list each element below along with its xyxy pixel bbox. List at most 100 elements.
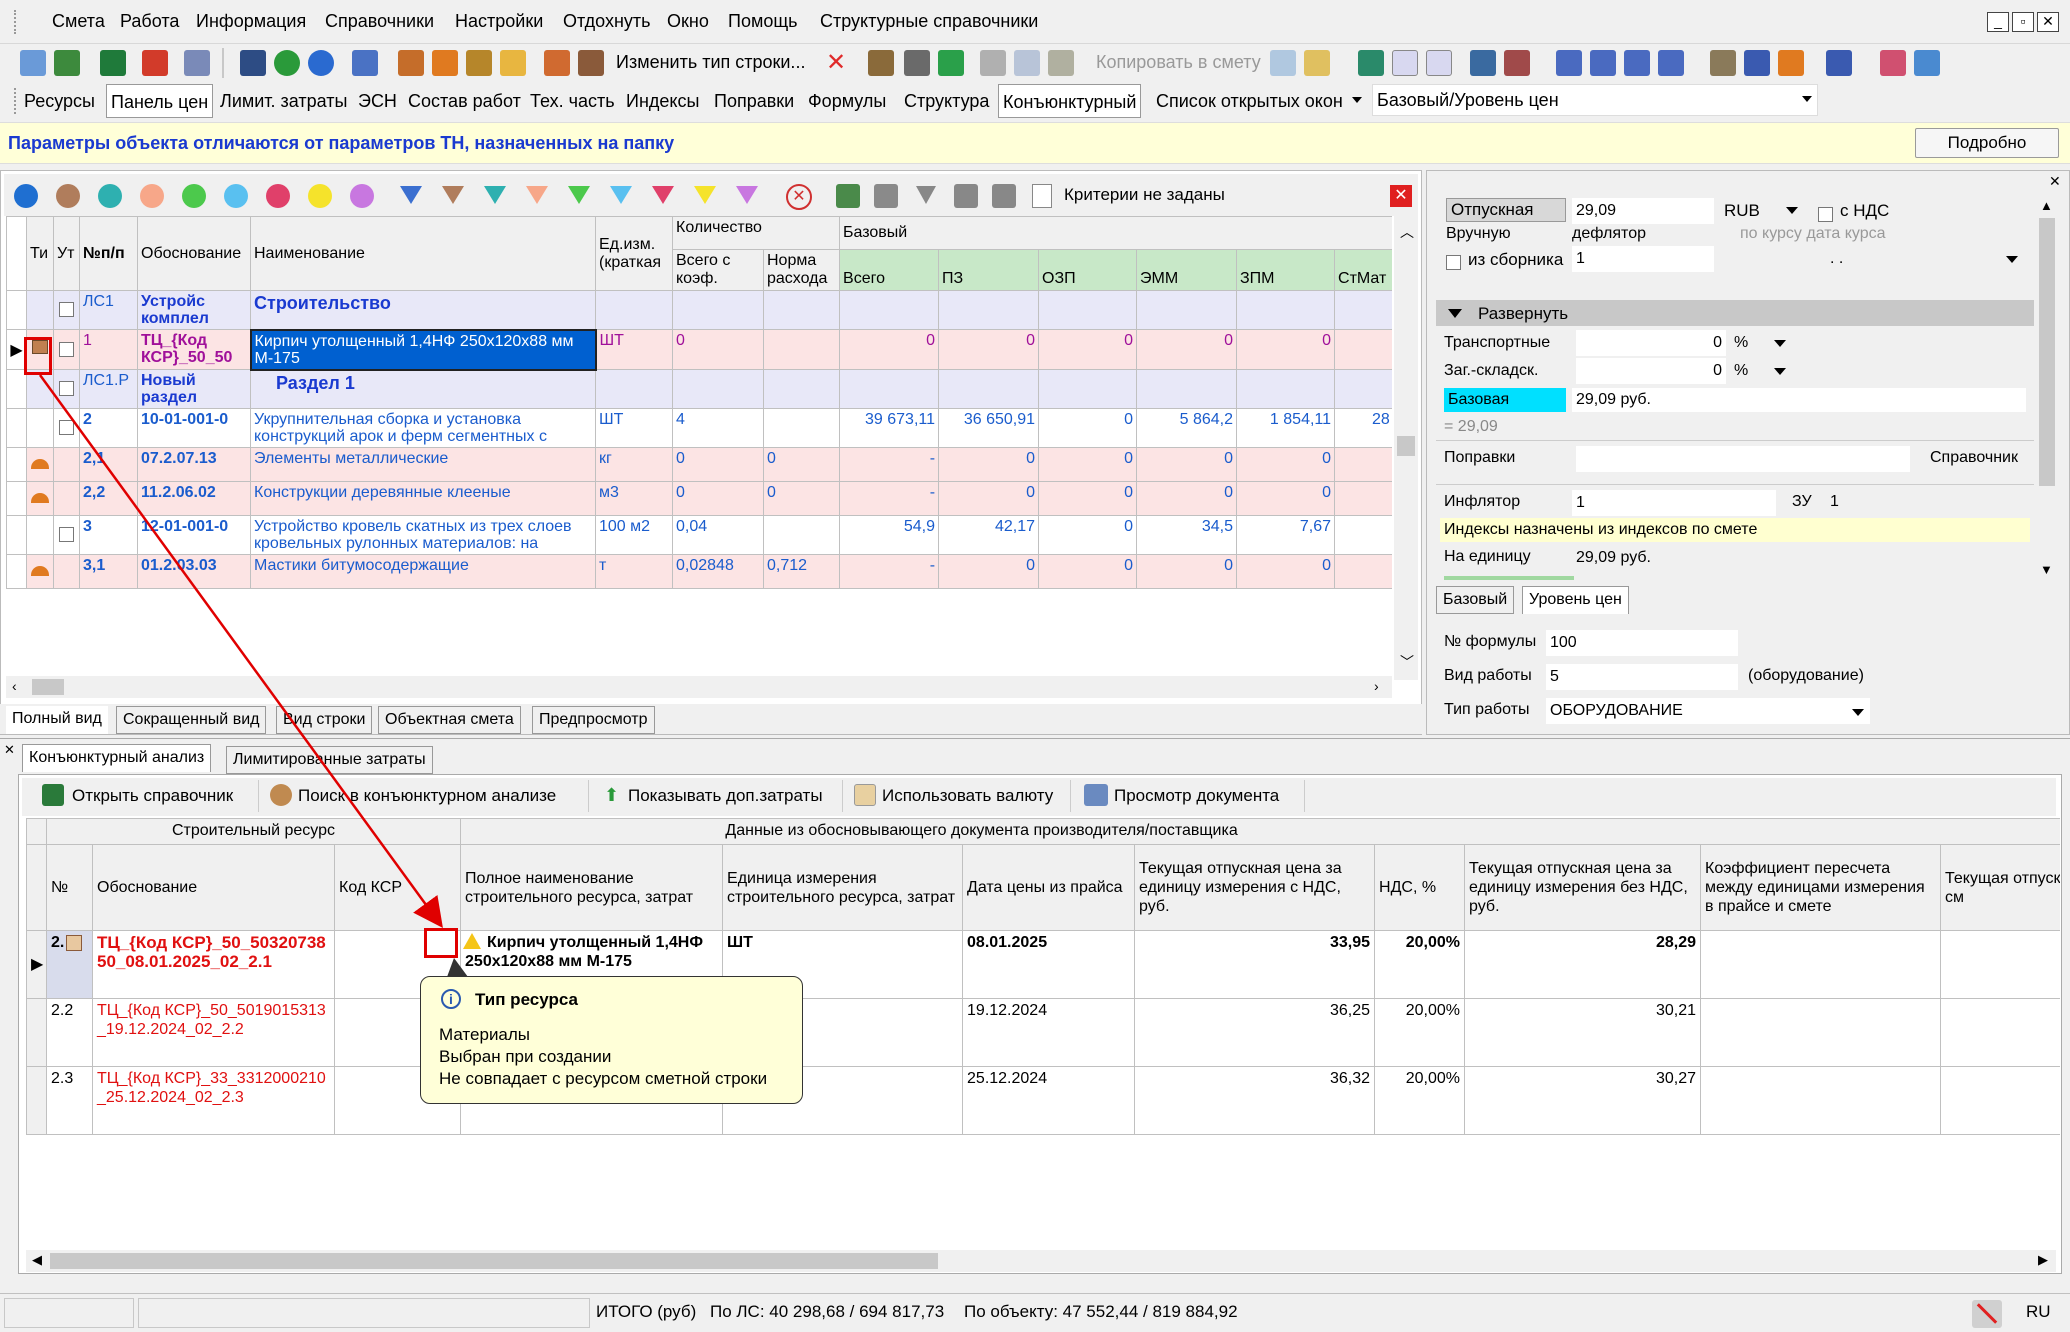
warning-icon[interactable] bbox=[463, 933, 482, 949]
collapse-all-icon[interactable] bbox=[874, 184, 898, 208]
menu-info[interactable]: Информация bbox=[196, 11, 306, 32]
row-name[interactable]: Элементы металлические bbox=[250, 447, 596, 482]
search-conj-button[interactable]: Поиск в конъюнктурном анализе bbox=[298, 786, 556, 806]
col-ozp[interactable]: ОЗП bbox=[1038, 249, 1138, 291]
chevron-down-icon[interactable] bbox=[1774, 368, 1786, 375]
row-name[interactable]: Мастики битумосодержащие bbox=[250, 554, 596, 589]
row-check-cell[interactable] bbox=[53, 408, 80, 448]
row-name[interactable]: Кирпич утолщенный 1,4НФ 250x120x88 мм М-… bbox=[249, 328, 597, 371]
release-price-label[interactable]: Отпускная bbox=[1446, 198, 1566, 222]
warehouse-input[interactable]: 0 bbox=[1576, 358, 1726, 384]
change-row-type-button[interactable]: Изменить тип строки... bbox=[616, 52, 805, 73]
level-up-icon[interactable] bbox=[1658, 50, 1684, 76]
col-basis[interactable]: Обоснование bbox=[137, 216, 251, 291]
tab-indexes[interactable]: Индексы bbox=[622, 84, 703, 118]
tab-preview[interactable]: Предпросмотр bbox=[532, 706, 655, 734]
funnel-icon[interactable] bbox=[736, 186, 758, 204]
restore-icon[interactable]: ▫ bbox=[2012, 12, 2034, 32]
refresh-icon[interactable] bbox=[274, 50, 300, 76]
details-button[interactable]: Подробно bbox=[1915, 128, 2059, 158]
corrections-input[interactable] bbox=[1576, 446, 1910, 472]
tab-conjunctural[interactable]: Конъюнктурный bbox=[998, 84, 1142, 118]
row-norm[interactable]: 0 bbox=[762, 447, 841, 482]
copy-icon[interactable] bbox=[1014, 50, 1040, 76]
row-type-cell[interactable] bbox=[26, 515, 54, 555]
truck-icon[interactable] bbox=[1744, 50, 1770, 76]
tab-full-view[interactable]: Полный вид bbox=[6, 706, 108, 734]
row-coef[interactable]: 0,02848 bbox=[672, 554, 764, 589]
color-filter-icon[interactable] bbox=[140, 184, 164, 208]
col-name[interactable]: Наименование bbox=[250, 216, 596, 291]
arrow-left-icon[interactable]: ‹ bbox=[12, 678, 17, 694]
row-name[interactable]: Строительство bbox=[250, 290, 596, 330]
tools-icon[interactable] bbox=[398, 50, 424, 76]
row-check-cell[interactable] bbox=[53, 515, 80, 555]
undo-icon[interactable] bbox=[308, 50, 334, 76]
open-windows-list[interactable]: Список открытых окон bbox=[1152, 84, 1347, 118]
level-down-icon[interactable] bbox=[1624, 50, 1650, 76]
row-coef[interactable]: 0 bbox=[672, 447, 764, 482]
vat-checkbox[interactable] bbox=[1818, 203, 1833, 224]
arrow-left-icon[interactable]: ◀ bbox=[32, 1252, 42, 1268]
color-filter-icon[interactable] bbox=[14, 184, 38, 208]
tab-resources[interactable]: Ресурсы bbox=[20, 84, 99, 118]
directory-link[interactable]: Справочник bbox=[1930, 449, 2018, 467]
tab-row-view[interactable]: Вид строки bbox=[276, 706, 373, 734]
chevron-down-icon[interactable] bbox=[2006, 256, 2018, 263]
row-type-cell[interactable] bbox=[26, 408, 54, 448]
color-filter-icon[interactable] bbox=[308, 184, 332, 208]
menu-smeta[interactable]: Смета bbox=[52, 11, 105, 32]
move-up-icon[interactable] bbox=[868, 50, 894, 76]
scroll-thumb[interactable] bbox=[32, 679, 64, 695]
worker-icon[interactable] bbox=[432, 50, 458, 76]
col-price-novat[interactable]: Текущая отпускная цена за единицу измере… bbox=[1464, 844, 1702, 931]
pdf-icon[interactable] bbox=[142, 50, 168, 76]
formula-input[interactable]: 100 bbox=[1546, 630, 1738, 656]
row-norm[interactable] bbox=[762, 329, 841, 370]
col-l-basis[interactable]: Обоснование bbox=[92, 844, 335, 931]
row-name[interactable]: Конструкции деревянные клееные bbox=[250, 481, 596, 516]
tab-formulas[interactable]: Формулы bbox=[804, 84, 890, 118]
table-row[interactable]: 2,2 11.2.06.02 Конструкции деревянные клее… bbox=[6, 481, 1392, 516]
release-price-input[interactable]: 29,09 bbox=[1572, 198, 1714, 224]
tab-short-view[interactable]: Сокращенный вид bbox=[116, 706, 267, 734]
row-coef[interactable]: 0 bbox=[672, 329, 764, 370]
row-norm[interactable] bbox=[762, 408, 841, 448]
tab-price-panel[interactable]: Панель цен bbox=[106, 84, 214, 118]
expand-all-icon[interactable] bbox=[836, 184, 860, 208]
row-coef[interactable]: 4 bbox=[672, 408, 764, 448]
col-emm[interactable]: ЭММ bbox=[1136, 249, 1238, 291]
horizontal-scrollbar[interactable]: ‹ › bbox=[6, 676, 1392, 698]
indent-icon[interactable] bbox=[1556, 50, 1582, 76]
tab-limits[interactable]: Лимит. затраты bbox=[216, 84, 351, 118]
scroll-down-icon[interactable] bbox=[992, 184, 1016, 208]
row-type-cell[interactable] bbox=[26, 290, 54, 330]
close-icon[interactable]: ✕ bbox=[4, 742, 15, 758]
tab-price-level[interactable]: Уровень цен bbox=[1522, 586, 1629, 614]
col-price-vat[interactable]: Текущая отпускная цена за единицу измере… bbox=[1134, 844, 1376, 931]
row-norm[interactable]: 0,712 bbox=[762, 554, 841, 589]
row-coef[interactable] bbox=[672, 369, 764, 409]
col-n[interactable]: № bbox=[46, 844, 93, 931]
arrow-down-icon[interactable]: ▼ bbox=[2040, 562, 2053, 577]
funnel-icon[interactable] bbox=[610, 186, 632, 204]
row-coef[interactable] bbox=[672, 290, 764, 330]
row-check-cell[interactable] bbox=[53, 447, 80, 482]
color-filter-icon[interactable] bbox=[224, 184, 248, 208]
minimize-icon[interactable]: _ bbox=[1987, 12, 2009, 32]
table-row[interactable]: ЛС1 Устройс комплел Строительство bbox=[6, 290, 1392, 330]
horizontal-scrollbar[interactable]: ◀ ▶ bbox=[26, 1250, 2056, 1272]
table-row[interactable]: ▶ 1 ТЦ_{Код КСР}_50_50 Кирпич утолщенный 1,… bbox=[6, 328, 1392, 371]
machine-icon[interactable] bbox=[578, 50, 604, 76]
color-filter-icon[interactable] bbox=[266, 184, 290, 208]
menu-window[interactable]: Окно bbox=[667, 11, 709, 32]
no-sound-icon[interactable] bbox=[1972, 1300, 2002, 1328]
tab-esn[interactable]: ЭСН bbox=[354, 84, 401, 118]
row-check-cell[interactable] bbox=[53, 369, 80, 409]
funnel-icon[interactable] bbox=[652, 186, 674, 204]
inflator-input[interactable]: 1 bbox=[1572, 490, 1776, 516]
currency-select[interactable]: RUB bbox=[1724, 201, 1760, 221]
row-check-cell[interactable] bbox=[53, 481, 80, 516]
row-coef[interactable]: 0,04 bbox=[672, 515, 764, 555]
row-check-cell[interactable] bbox=[53, 554, 80, 589]
